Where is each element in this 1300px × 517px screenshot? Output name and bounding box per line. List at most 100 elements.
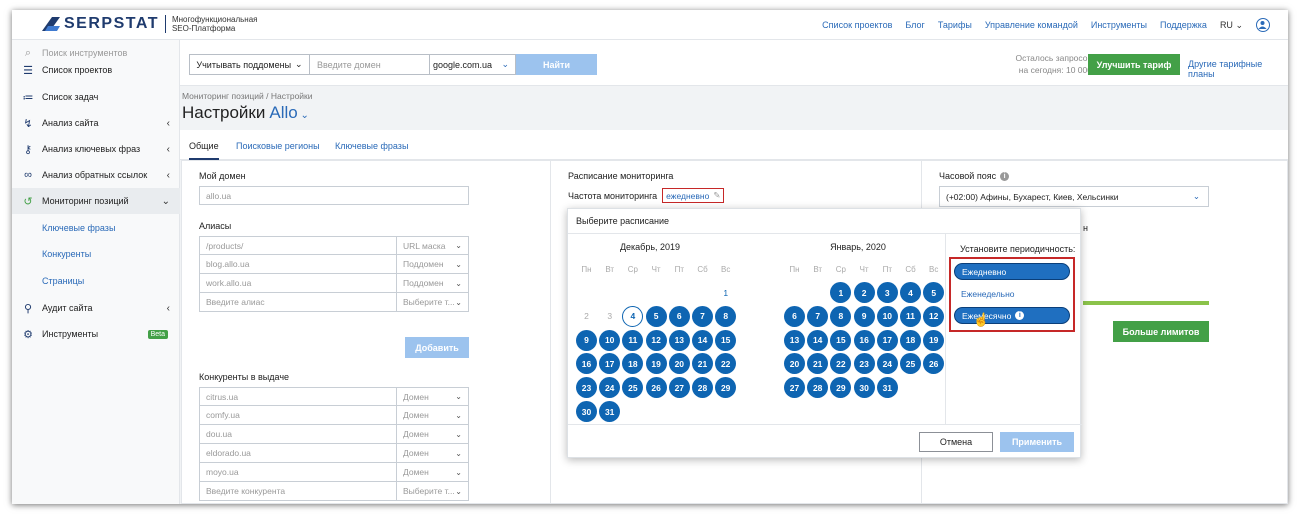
alias-value[interactable]: blog.allo.ua xyxy=(200,255,396,273)
sidebar-item-projects[interactable]: ☰ Список проектов xyxy=(12,57,180,83)
calendar-day[interactable]: 9 xyxy=(576,329,597,351)
domain-input[interactable]: Введите домен xyxy=(310,54,430,75)
timezone-select[interactable]: (+02:00) Афины, Бухарест, Киев, Хельсинк… xyxy=(939,186,1209,207)
nav-projects[interactable]: Список проектов xyxy=(822,20,892,30)
alias-type-select[interactable]: Выберите т... ⌄ xyxy=(396,293,468,311)
calendar-day[interactable]: 14 xyxy=(807,329,829,351)
nav-support[interactable]: Поддержка xyxy=(1160,20,1207,30)
calendar-day[interactable]: 30 xyxy=(853,377,875,399)
calendar-day[interactable]: 16 xyxy=(576,353,597,375)
calendar-day[interactable]: 5 xyxy=(645,305,667,327)
calendar-day[interactable]: 31 xyxy=(876,377,898,399)
calendar-day[interactable]: 12 xyxy=(923,305,945,327)
calendar-day[interactable]: 2 xyxy=(576,306,597,327)
calendar-day[interactable]: 7 xyxy=(692,305,713,327)
alias-value[interactable]: work.allo.ua xyxy=(200,274,396,292)
calendar-day[interactable]: 24 xyxy=(876,353,898,375)
cancel-button[interactable]: Отмена xyxy=(919,432,993,452)
calendar-day[interactable]: 15 xyxy=(830,329,852,351)
calendar-day[interactable]: 8 xyxy=(715,305,737,327)
competitor-type-select[interactable]: Домен ⌄ xyxy=(396,425,468,443)
calendar-day[interactable]: 2 xyxy=(853,282,875,303)
calendar-day[interactable]: 25 xyxy=(622,377,644,399)
competitor-value[interactable]: eldorado.ua xyxy=(200,444,396,462)
info-icon[interactable]: i xyxy=(1000,171,1010,181)
calendar-day[interactable]: 17 xyxy=(876,329,898,351)
alias-type-select[interactable]: URL маска ⌄ xyxy=(396,237,468,254)
more-limits-button[interactable]: Больше лимитов xyxy=(1113,321,1209,342)
calendar-day[interactable]: 31 xyxy=(599,401,621,422)
sidebar-item-site-analysis[interactable]: ↯ Анализ сайта ‹ xyxy=(12,110,180,136)
nav-pricing[interactable]: Тарифы xyxy=(938,20,972,30)
sidebar-item-keywords[interactable]: ⚷ Анализ ключевых фраз ‹ xyxy=(12,136,180,162)
calendar-day[interactable]: 1 xyxy=(830,282,852,303)
calendar-day[interactable]: 1 xyxy=(715,282,736,303)
alias-value[interactable]: /products/ xyxy=(200,237,396,254)
calendar-day[interactable]: 11 xyxy=(900,305,921,327)
option-daily[interactable]: Ежедневно xyxy=(954,263,1070,280)
calendar-day[interactable]: 6 xyxy=(784,305,805,327)
calendar-day[interactable]: 7 xyxy=(807,305,829,327)
calendar-day[interactable]: 21 xyxy=(807,353,829,375)
calendar-day[interactable]: 24 xyxy=(599,377,621,399)
sidebar-item-pages[interactable]: Страницы xyxy=(12,268,180,294)
calendar-day[interactable]: 3 xyxy=(876,282,898,303)
calendar-day[interactable]: 4 xyxy=(900,282,921,303)
calendar-day[interactable]: 22 xyxy=(715,353,737,375)
find-button[interactable]: Найти xyxy=(516,54,597,75)
calendar-day[interactable]: 27 xyxy=(784,377,805,399)
alias-type-select[interactable]: Поддомен ⌄ xyxy=(396,274,468,292)
calendar-day[interactable]: 5 xyxy=(923,282,945,303)
competitor-type-select[interactable]: Домен ⌄ xyxy=(396,388,468,405)
calendar-day[interactable]: 17 xyxy=(599,353,621,375)
calendar-day[interactable]: 28 xyxy=(807,377,829,399)
subdomains-select[interactable]: Учитывать поддомены ⌄ xyxy=(189,54,310,75)
nav-tools[interactable]: Инструменты xyxy=(1091,20,1147,30)
calendar-day[interactable]: 23 xyxy=(576,377,597,399)
calendar-day[interactable]: 13 xyxy=(784,329,805,351)
calendar-day[interactable]: 19 xyxy=(923,329,945,351)
calendar-day[interactable]: 12 xyxy=(645,329,667,351)
frequency-value[interactable]: ежедневно ✎ xyxy=(662,188,725,203)
competitor-input[interactable]: Введите конкурента xyxy=(200,482,396,500)
sidebar-item-tasks[interactable]: ≔ Список задач xyxy=(12,84,180,110)
add-alias-button[interactable]: Добавить xyxy=(405,337,469,358)
calendar-day[interactable]: 28 xyxy=(692,377,713,399)
sidebar-item-competitors[interactable]: Конкуренты xyxy=(12,241,180,267)
logo[interactable]: SERPSTAT Многофункциональная SEO-Платфор… xyxy=(42,15,258,33)
calendar-day[interactable]: 16 xyxy=(853,329,875,351)
apply-button[interactable]: Применить xyxy=(1000,432,1074,452)
option-weekly[interactable]: Еженедельно xyxy=(954,285,1070,302)
calendar-day[interactable]: 10 xyxy=(876,305,898,327)
calendar-day[interactable]: 18 xyxy=(900,329,921,351)
project-select[interactable]: Allo ⌄ xyxy=(269,103,309,123)
competitor-type-select[interactable]: Домен ⌄ xyxy=(396,406,468,424)
database-select[interactable]: google.com.ua ⌄ xyxy=(430,54,516,75)
calendar-day[interactable]: 29 xyxy=(715,377,737,399)
calendar-day[interactable]: 20 xyxy=(784,353,805,375)
sidebar-item-backlinks[interactable]: ∞ Анализ обратных ссылок ‹ xyxy=(12,162,180,188)
calendar-day[interactable]: 20 xyxy=(668,353,690,375)
alias-type-select[interactable]: Поддомен ⌄ xyxy=(396,255,468,273)
sidebar-item-rank-tracker[interactable]: ↺ Мониторинг позиций ⌄ xyxy=(12,188,180,214)
competitor-type-select[interactable]: Домен ⌄ xyxy=(396,444,468,462)
tab-key-phrases[interactable]: Ключевые фразы xyxy=(335,141,408,151)
calendar-day[interactable]: 22 xyxy=(830,353,852,375)
competitor-value[interactable]: moyo.ua xyxy=(200,463,396,481)
competitor-value[interactable]: dou.ua xyxy=(200,425,396,443)
option-monthly[interactable]: Ежемесячно i xyxy=(954,307,1070,324)
calendar-day[interactable]: 26 xyxy=(645,377,667,399)
calendar-day[interactable]: 4 xyxy=(622,305,644,327)
competitor-value[interactable]: citrus.ua xyxy=(200,388,396,405)
competitor-type-select[interactable]: Выберите т... ⌄ xyxy=(396,482,468,500)
tab-search-regions[interactable]: Поисковые регионы xyxy=(236,141,320,151)
nav-blog[interactable]: Блог xyxy=(905,20,924,30)
calendar-day[interactable]: 3 xyxy=(599,306,620,327)
calendar-day[interactable]: 14 xyxy=(692,329,713,351)
calendar-day[interactable]: 26 xyxy=(923,353,945,375)
calendar-day[interactable]: 6 xyxy=(668,305,690,327)
calendar-day[interactable]: 19 xyxy=(645,353,667,375)
calendar-day[interactable]: 27 xyxy=(668,377,690,399)
upgrade-button[interactable]: Улучшить тариф xyxy=(1088,54,1180,75)
calendar-day[interactable]: 25 xyxy=(900,353,921,375)
